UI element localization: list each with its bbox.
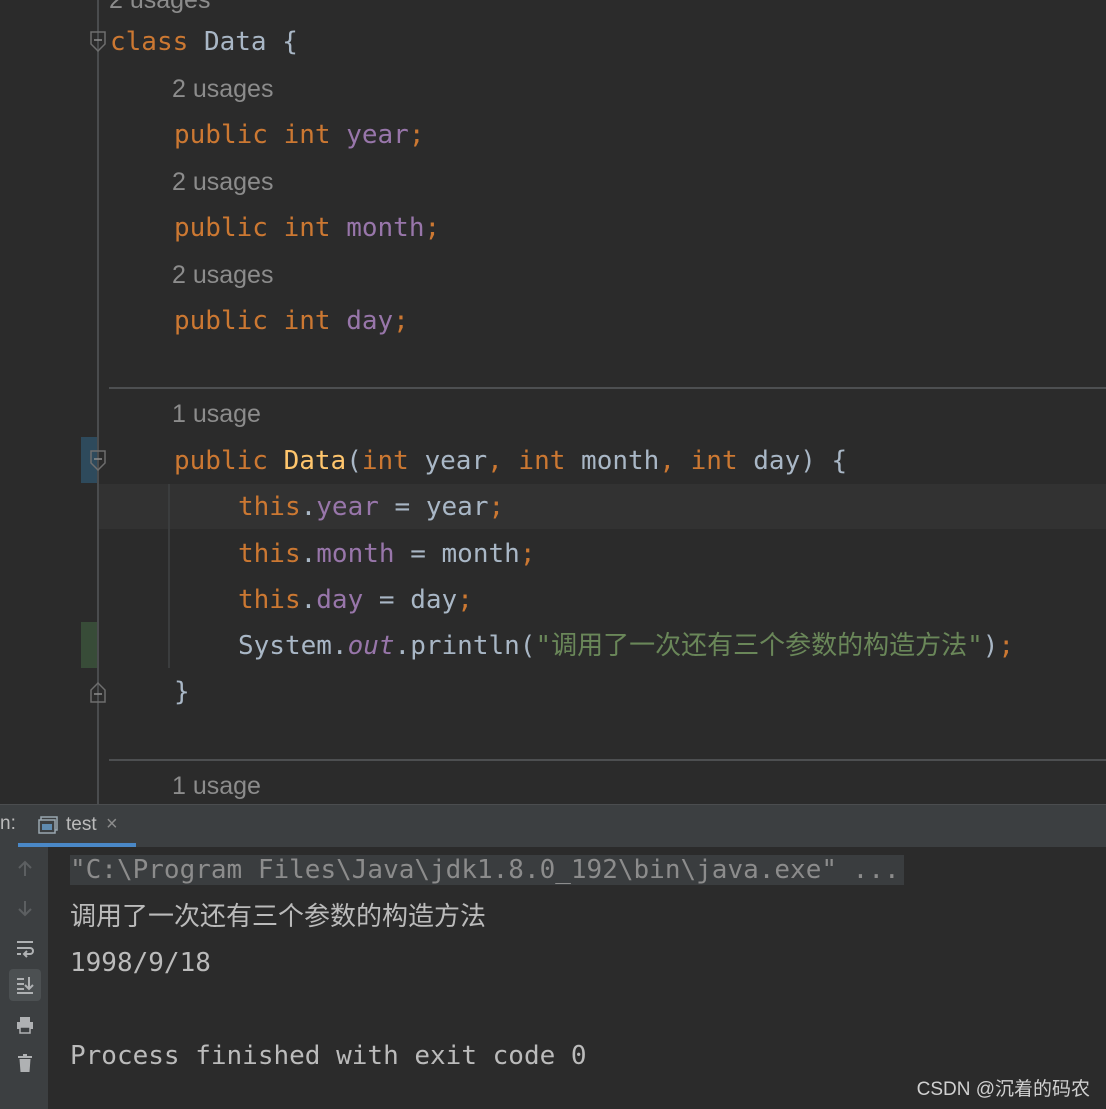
- usage-hint[interactable]: 2 usages: [109, 0, 210, 20]
- usage-hint[interactable]: 2 usages: [172, 162, 273, 202]
- scroll-to-end-button[interactable]: [9, 969, 41, 1001]
- code-editor[interactable]: 2 usages class Data { 2 usages public in…: [0, 0, 1106, 804]
- command-line: "C:\Program Files\Java\jdk1.8.0_192\bin\…: [70, 855, 904, 885]
- console-line: "C:\Program Files\Java\jdk1.8.0_192\bin\…: [70, 847, 904, 893]
- param-name: month: [441, 539, 520, 569]
- trash-icon: [18, 1054, 32, 1072]
- semicolon: ;: [457, 585, 473, 615]
- console-line: 调用了一次还有三个参数的构造方法: [70, 902, 487, 932]
- keyword-int: int: [518, 446, 566, 476]
- field-name: day: [316, 585, 364, 615]
- method-call: .println(: [394, 631, 536, 661]
- code-line-class: class Data {: [0, 19, 1106, 65]
- static-field: out: [347, 631, 395, 661]
- usage-hint[interactable]: 1 usage: [172, 394, 261, 434]
- code-line-end-brace: }: [0, 669, 1106, 715]
- semicolon: ;: [998, 631, 1015, 661]
- dot: .: [300, 492, 317, 522]
- close-icon[interactable]: ×: [106, 813, 118, 836]
- print-button[interactable]: [9, 1009, 41, 1041]
- paren: ): [982, 631, 999, 661]
- keyword-int: int: [690, 446, 738, 476]
- watermark: CSDN @沉着的码农: [916, 1079, 1090, 1100]
- paren-brace: ) {: [800, 446, 848, 476]
- scroll-to-end-icon: [17, 977, 34, 994]
- string-literal: "调用了一次还有三个参数的构造方法": [535, 631, 983, 661]
- run-label: n:: [0, 813, 16, 834]
- arrow-up-icon: [18, 860, 32, 876]
- assign-op: =: [378, 492, 426, 522]
- keyword-this: this: [238, 492, 301, 522]
- code-line-println: System.out.println("调用了一次还有三个参数的构造方法");: [0, 623, 1106, 669]
- method-separator: [109, 387, 1106, 389]
- constructor-name: Data: [283, 446, 347, 476]
- code-line-field-year: public int year;: [0, 112, 1106, 158]
- clear-all-button[interactable]: [9, 1047, 41, 1079]
- code-line-assign-year: this.year = year;: [0, 484, 1106, 530]
- param-name: year: [425, 492, 489, 522]
- code-line-assign-day: this.day = day;: [0, 577, 1106, 623]
- tab-label: test: [66, 814, 97, 835]
- class-name: Data: [203, 27, 267, 57]
- usage-hint[interactable]: 2 usages: [172, 69, 273, 109]
- comma: ,: [659, 446, 675, 476]
- down-arrow-button[interactable]: [9, 892, 41, 924]
- field-name: year: [316, 492, 379, 522]
- keyword-public: public: [174, 213, 268, 243]
- soft-wrap-button[interactable]: [9, 932, 41, 964]
- code-line-field-month: public int month;: [0, 205, 1106, 251]
- field-name: year: [346, 120, 409, 150]
- semicolon: ;: [488, 492, 505, 522]
- param-name: month: [581, 446, 660, 476]
- brace: }: [174, 677, 190, 707]
- keyword-public: public: [174, 446, 268, 476]
- semicolon: ;: [408, 120, 425, 150]
- field-name: month: [346, 213, 425, 243]
- method-separator: [109, 759, 1106, 761]
- console-output[interactable]: "C:\Program Files\Java\jdk1.8.0_192\bin\…: [48, 847, 1106, 1109]
- assign-op: =: [363, 585, 411, 615]
- field-name: day: [346, 306, 394, 336]
- up-arrow-button[interactable]: [9, 853, 41, 885]
- keyword-int: int: [283, 213, 331, 243]
- paren: (: [346, 446, 362, 476]
- field-name: month: [316, 539, 395, 569]
- console-line: Process finished with exit code 0: [70, 1041, 587, 1071]
- console-icon: [38, 816, 58, 834]
- keyword-class: class: [110, 27, 189, 57]
- run-tab-bar: n: test ×: [0, 804, 1106, 847]
- soft-wrap-icon: [17, 941, 34, 958]
- arrow-down-icon: [18, 901, 32, 917]
- semicolon: ;: [393, 306, 409, 336]
- keyword-public: public: [174, 120, 268, 150]
- code-line-assign-month: this.month = month;: [0, 531, 1106, 577]
- dot: .: [300, 539, 317, 569]
- comma: ,: [487, 446, 503, 476]
- dot: .: [300, 585, 317, 615]
- param-name: day: [753, 446, 801, 476]
- brace: {: [282, 27, 298, 57]
- keyword-public: public: [174, 306, 268, 336]
- code-line-field-day: public int day;: [0, 298, 1106, 344]
- dot: .: [331, 631, 348, 661]
- param-name: year: [424, 446, 488, 476]
- keyword-int: int: [283, 120, 331, 150]
- semicolon: ;: [519, 539, 536, 569]
- keyword-int: int: [283, 306, 331, 336]
- code-line-constructor: public Data(int year, int month, int day…: [0, 438, 1106, 484]
- keyword-this: this: [238, 585, 301, 615]
- keyword-int: int: [361, 446, 409, 476]
- console-line: 1998/9/18: [70, 948, 211, 978]
- semicolon: ;: [424, 213, 441, 243]
- printer-icon: [17, 1017, 33, 1034]
- tab-test[interactable]: test ×: [18, 805, 136, 847]
- console-toolbar: [0, 847, 48, 1109]
- usage-hint[interactable]: 2 usages: [172, 255, 273, 295]
- assign-op: =: [394, 539, 442, 569]
- keyword-this: this: [238, 539, 301, 569]
- param-name: day: [410, 585, 458, 615]
- usage-hint[interactable]: 1 usage: [172, 766, 261, 804]
- class-ref: System: [238, 631, 332, 661]
